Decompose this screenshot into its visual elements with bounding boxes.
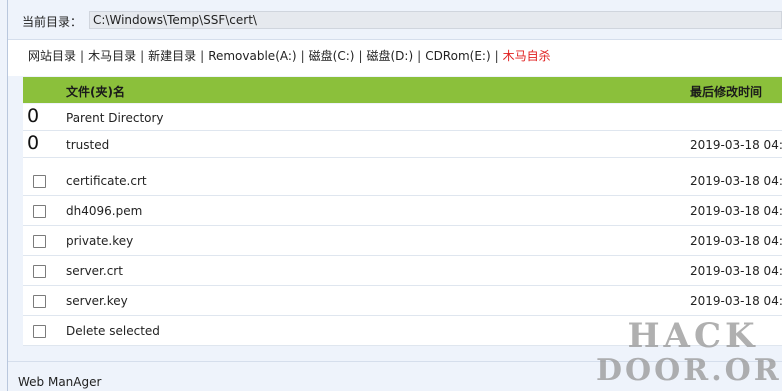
file-name[interactable]: private.key — [66, 234, 133, 248]
footer-brand: Web ManAger — [18, 375, 102, 389]
table-row-file[interactable]: dh4096.pem 2019-03-18 04:1 — [23, 196, 782, 226]
file-table-header: 文件(夹)名 最后修改时间 — [23, 77, 782, 103]
nav-separator: | — [140, 49, 145, 63]
delete-selected-button[interactable]: Delete selected — [66, 324, 160, 338]
column-header-modified: 最后修改时间 — [690, 85, 763, 99]
nav-drive-d[interactable]: 磁盘(D:) — [366, 49, 413, 63]
file-modified: 2019-03-18 04:1 — [690, 234, 782, 248]
nav-separator: | — [200, 49, 205, 63]
folder-icon: 0 — [27, 132, 40, 154]
file-name[interactable]: dh4096.pem — [66, 204, 142, 218]
file-modified: 2019-03-18 04:1 — [690, 294, 782, 308]
table-row-dir[interactable]: 0 trusted 2019-03-18 04:1 — [23, 131, 782, 158]
file-modified: 2019-03-18 04:1 — [690, 204, 782, 218]
file-select-checkbox[interactable] — [33, 205, 46, 218]
table-row-delete: Delete selected — [23, 316, 782, 346]
file-select-checkbox[interactable] — [33, 235, 46, 248]
nav-trojan-self-destruct[interactable]: 木马自杀 — [503, 49, 551, 63]
folder-icon: 0 — [27, 105, 40, 127]
nav-separator: | — [358, 49, 363, 63]
nav-trojan-dir[interactable]: 木马目录 — [88, 49, 136, 63]
table-row-file[interactable]: server.crt 2019-03-18 04:1 — [23, 256, 782, 286]
current-dir-input[interactable] — [89, 11, 782, 29]
nav-separator: | — [417, 49, 422, 63]
nav-site-dir[interactable]: 网站目录 — [28, 49, 76, 63]
nav-separator: | — [494, 49, 499, 63]
dir-name[interactable]: Parent Directory — [66, 111, 164, 125]
nav-drive-e[interactable]: CDRom(E:) — [425, 49, 490, 63]
file-modified: 2019-03-18 04:1 — [690, 174, 782, 188]
current-dir-label: 当前目录： — [22, 15, 83, 29]
footer: Web ManAger — [8, 361, 782, 391]
path-bar: 当前目录： — [8, 0, 782, 40]
nav-separator: | — [300, 49, 305, 63]
file-select-checkbox[interactable] — [33, 175, 46, 188]
dir-name[interactable]: trusted — [66, 138, 109, 152]
table-row-file[interactable]: private.key 2019-03-18 04:1 — [23, 226, 782, 256]
file-name[interactable]: server.key — [66, 294, 128, 308]
file-select-checkbox[interactable] — [33, 295, 46, 308]
nav-new-dir[interactable]: 新建目录 — [148, 49, 196, 63]
nav-drive-a[interactable]: Removable(A:) — [208, 49, 296, 63]
nav-separator: | — [80, 49, 85, 63]
select-all-checkbox[interactable] — [33, 325, 46, 338]
nav-drive-c[interactable]: 磁盘(C:) — [309, 49, 355, 63]
column-header-name: 文件(夹)名 — [66, 85, 125, 99]
nav-bar: 网站目录 | 木马目录 | 新建目录 | Removable(A:) | 磁盘(C:) | 磁盘(D… — [8, 40, 782, 76]
table-row-file[interactable]: server.key 2019-03-18 04:1 — [23, 286, 782, 316]
dir-modified: 2019-03-18 04:1 — [690, 138, 782, 152]
file-modified: 2019-03-18 04:1 — [690, 264, 782, 278]
table-row-file[interactable]: certificate.crt 2019-03-18 04:1 — [23, 158, 782, 196]
file-select-checkbox[interactable] — [33, 265, 46, 278]
file-name[interactable]: certificate.crt — [66, 174, 147, 188]
table-row-parent-dir[interactable]: 0 Parent Directory — [23, 104, 782, 131]
file-name[interactable]: server.crt — [66, 264, 123, 278]
nav-links: 网站目录 | 木马目录 | 新建目录 | Removable(A:) | 磁盘(C:) | 磁盘(D… — [28, 47, 551, 64]
